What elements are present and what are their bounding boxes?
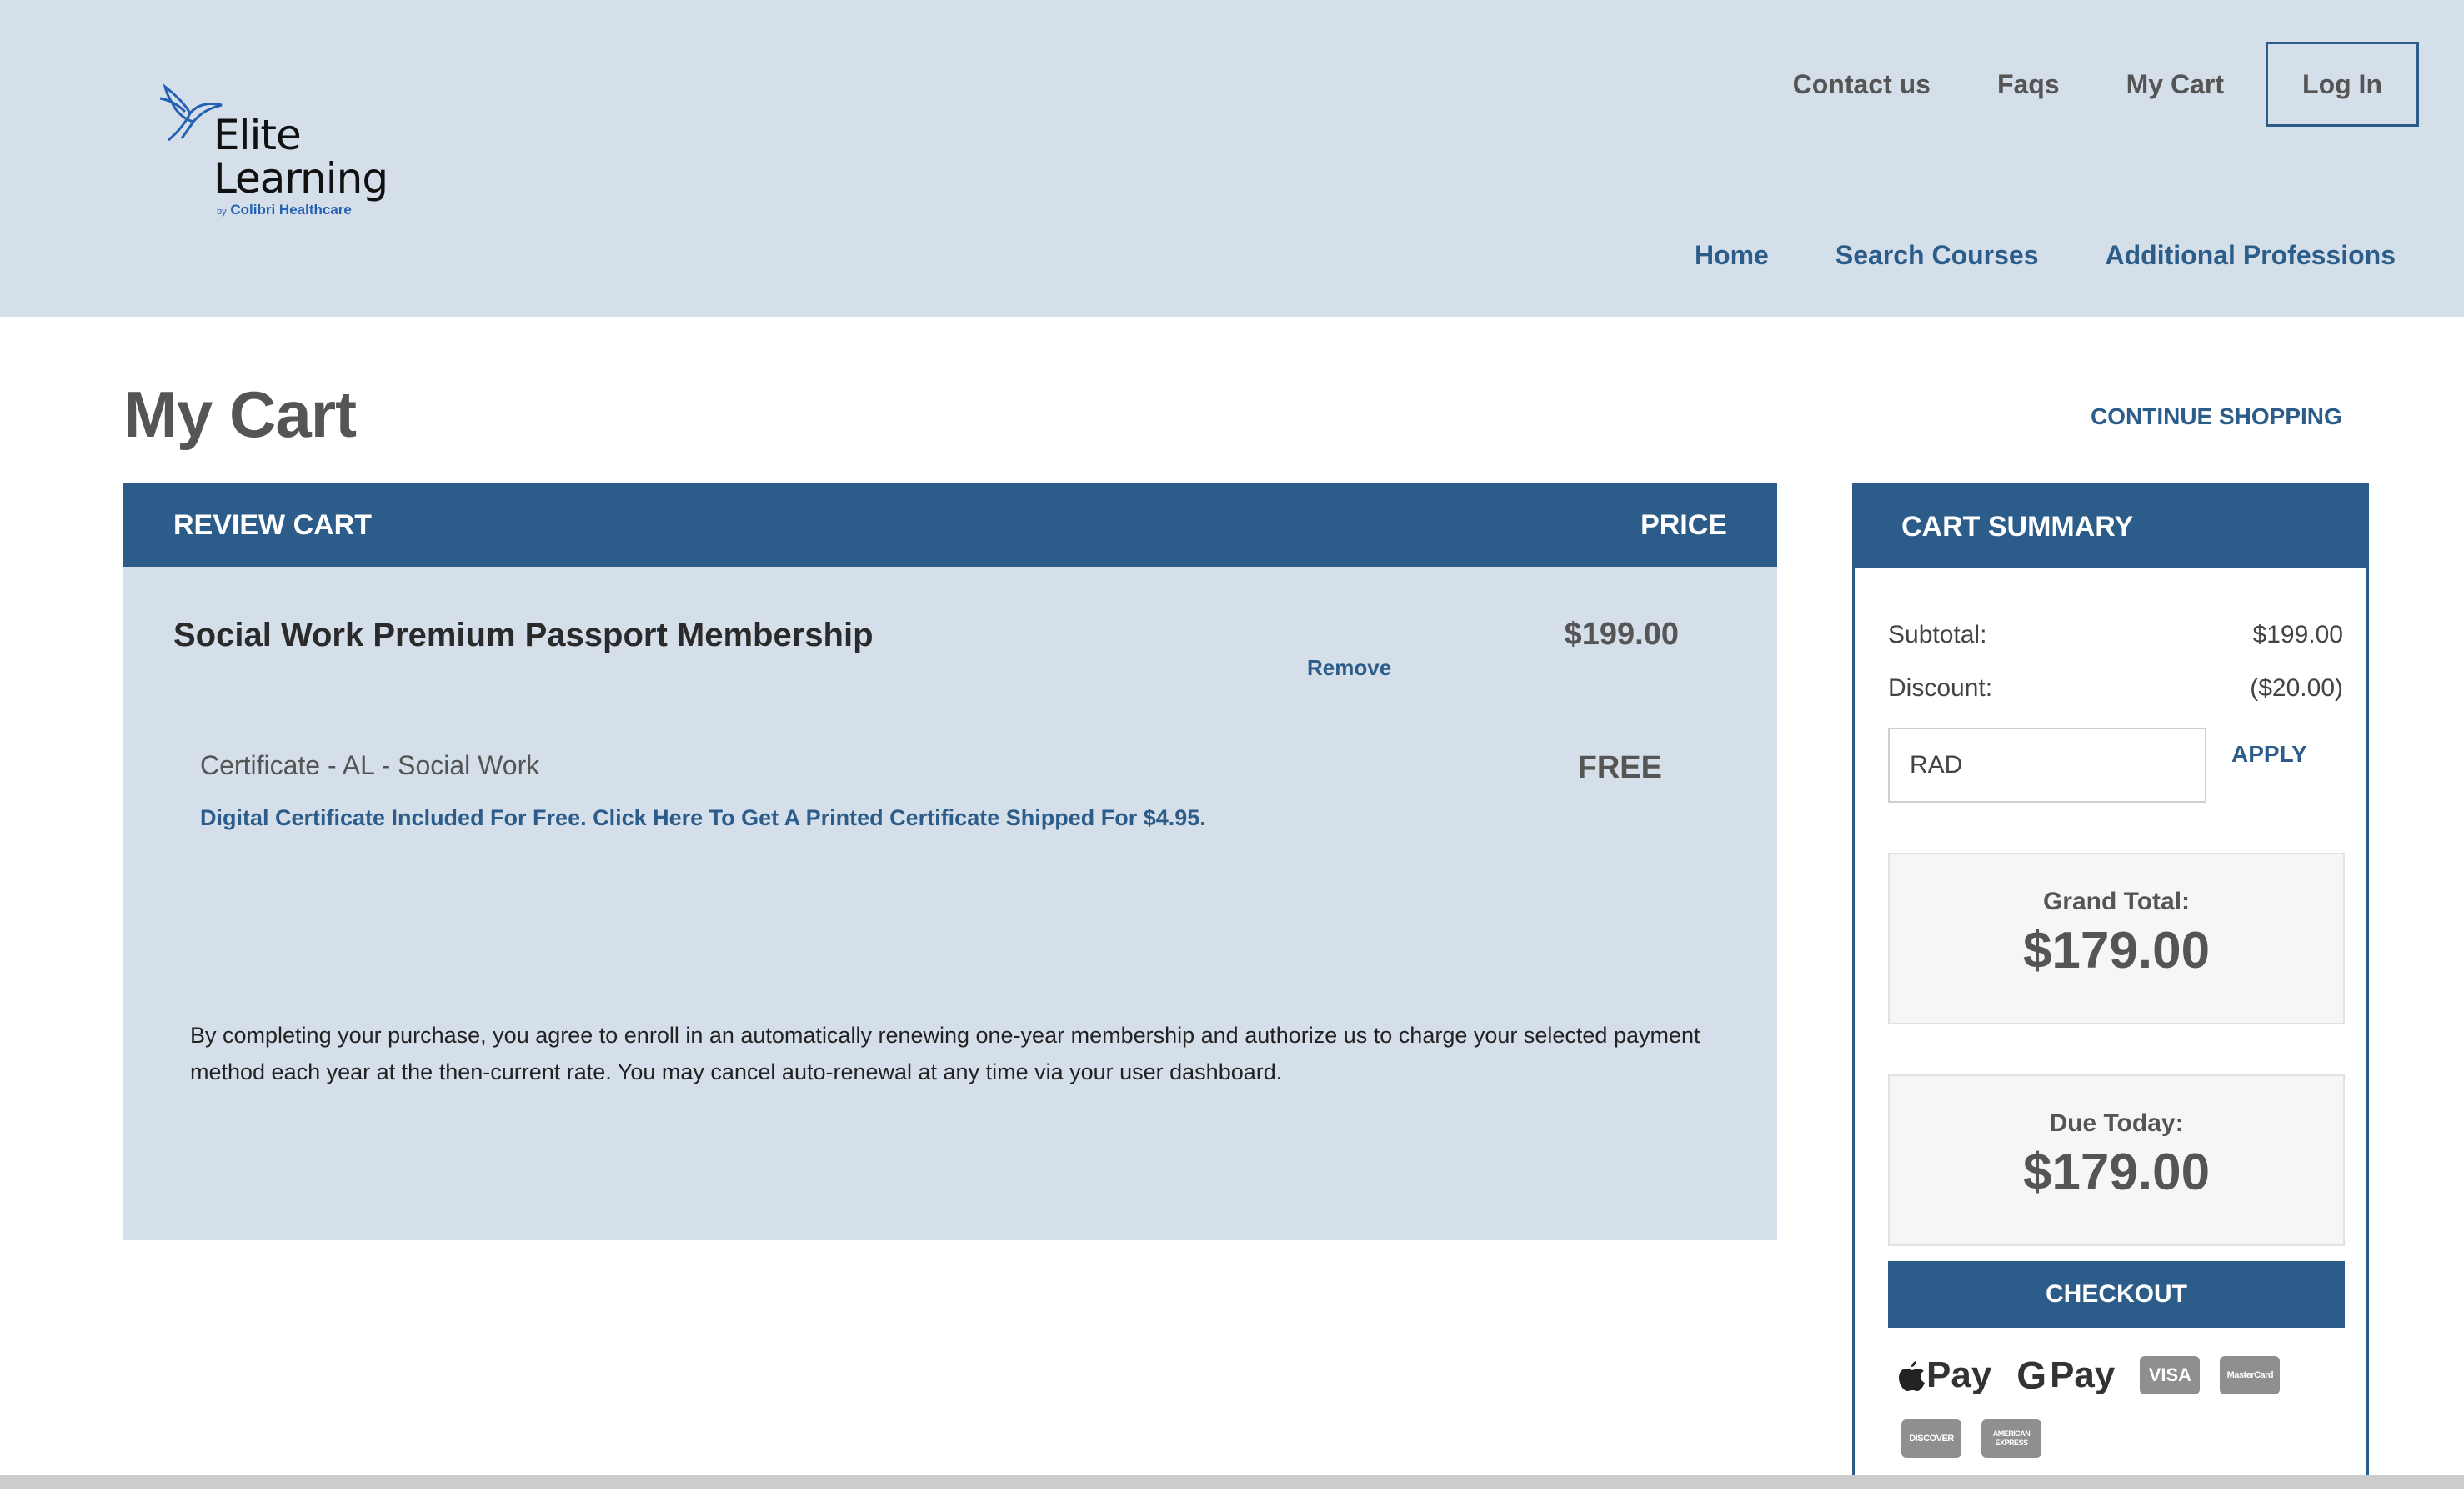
- home-link[interactable]: Home: [1695, 240, 1769, 271]
- due-today-box: Due Today: $179.00: [1888, 1074, 2345, 1246]
- page-title: My Cart: [123, 378, 357, 451]
- subtotal-value: $199.00: [2252, 621, 2343, 648]
- amex-card-icon: AMERICAN EXPRESS: [1981, 1419, 2041, 1458]
- discount-label: Discount:: [1888, 674, 1993, 702]
- elite-learning-logo[interactable]: Elite Learning by Colibri Healthcare: [157, 80, 407, 230]
- my-cart-link[interactable]: My Cart: [2126, 69, 2224, 100]
- logo-sub-name: Colibri Healthcare: [230, 202, 352, 218]
- grand-total-value: $179.00: [2022, 922, 2211, 979]
- faqs-link[interactable]: Faqs: [1997, 69, 2060, 100]
- remove-item-link[interactable]: Remove: [1307, 655, 1391, 681]
- additional-professions-link[interactable]: Additional Professions: [2106, 240, 2396, 271]
- due-today-value: $179.00: [2022, 1144, 2211, 1201]
- payment-methods-row-1: Pay G Pay VISA MasterCard: [1898, 1353, 2300, 1398]
- discover-card-icon: DISCOVER: [1901, 1419, 1961, 1458]
- checkout-button[interactable]: CHECKOUT: [1888, 1261, 2345, 1328]
- certificate-price: FREE: [1577, 750, 1662, 785]
- page-bottom-divider: [0, 1475, 2464, 1489]
- cart-item-price: $199.00: [1564, 617, 1679, 652]
- google-pay-text: Pay: [2050, 1354, 2116, 1395]
- visa-card-icon: VISA: [2140, 1356, 2201, 1394]
- review-cart-header: REVIEW CART PRICE: [123, 483, 1777, 567]
- site-header: Elite Learning by Colibri Healthcare Con…: [0, 0, 2464, 317]
- main-navigation: Home Search Courses Additional Professio…: [1628, 240, 2396, 271]
- price-heading: PRICE: [1640, 508, 1727, 541]
- apple-icon: [1899, 1361, 1925, 1391]
- subtotal-row: Subtotal: $199.00: [1888, 621, 2343, 649]
- apply-coupon-button[interactable]: APPLY: [2231, 741, 2307, 768]
- continue-shopping-link[interactable]: CONTINUE SHOPPING: [2091, 403, 2342, 430]
- subtotal-label: Subtotal:: [1888, 621, 1987, 648]
- logo-subtitle: by Colibri Healthcare: [217, 202, 352, 218]
- review-cart-heading: REVIEW CART: [173, 508, 372, 541]
- discount-value: ($20.00): [2250, 674, 2343, 702]
- certificate-name: Certificate - AL - Social Work: [200, 750, 540, 780]
- logo-line-1: Elite: [213, 111, 302, 159]
- google-pay-logo: G Pay: [2016, 1353, 2115, 1398]
- grand-total-label: Grand Total:: [2042, 888, 2191, 915]
- membership-terms: By completing your purchase, you agree t…: [190, 1023, 1700, 1084]
- mastercard-icon: MasterCard: [2220, 1356, 2281, 1394]
- discount-row: Discount: ($20.00): [1888, 674, 2343, 703]
- review-cart-panel: REVIEW CART PRICE Social Work Premium Pa…: [123, 483, 1777, 1240]
- logo-line-2: Learning: [213, 154, 388, 203]
- cart-summary-panel: CART SUMMARY Subtotal: $199.00 Discount:…: [1852, 483, 2369, 1475]
- due-today-label: Due Today:: [2049, 1109, 2184, 1137]
- top-navigation: Contact us Faqs My Cart Log In: [1793, 42, 2464, 127]
- logo-sub-by: by: [217, 207, 227, 217]
- contact-us-link[interactable]: Contact us: [1793, 69, 1931, 100]
- payment-methods-row-2: DISCOVER AMERICAN EXPRESS: [1901, 1419, 2061, 1458]
- apple-pay-text: Pay: [1926, 1354, 1992, 1395]
- login-button[interactable]: Log In: [2266, 42, 2419, 127]
- grand-total-box: Grand Total: $179.00: [1888, 853, 2345, 1024]
- printed-certificate-link[interactable]: Digital Certificate Included For Free. C…: [200, 805, 1206, 831]
- google-g-icon: G: [2016, 1354, 2047, 1397]
- search-courses-link[interactable]: Search Courses: [1835, 240, 2039, 271]
- logo-wordmark: Elite Learning: [213, 113, 388, 200]
- cart-item-name: Social Work Premium Passport Membership: [173, 617, 874, 653]
- apple-pay-logo: Pay: [1898, 1354, 1991, 1396]
- cart-summary-header: CART SUMMARY: [1855, 486, 2366, 568]
- coupon-code-input[interactable]: RAD: [1888, 728, 2206, 803]
